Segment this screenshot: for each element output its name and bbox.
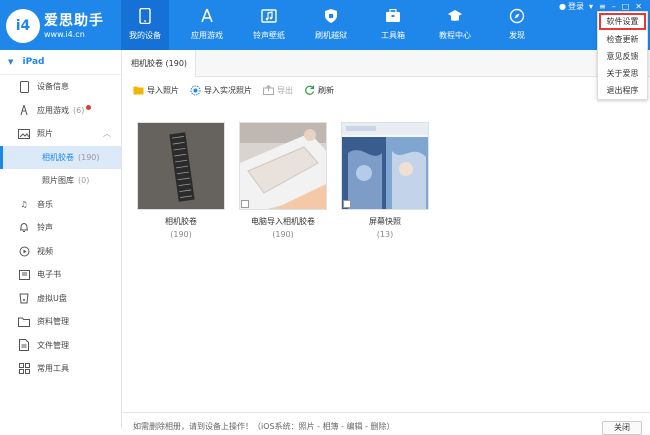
close-icon[interactable]: ✕ [635, 2, 642, 11]
status-hint: 如需删除相册，请到设备上操作！（iOS系统：照片 - 相簿 - 编辑 - 删除） [133, 422, 395, 431]
sidebar-item-data-management[interactable]: 资料管理 [0, 310, 121, 334]
brand-name: 爱思助手 [44, 13, 104, 29]
grid-icon [18, 363, 30, 375]
album-name: 电脑导入相机胶卷 [251, 217, 315, 226]
menu-item-software-settings[interactable]: 软件设置 [599, 13, 646, 30]
toolbar: 导入照片 导入实况照片 导出 刷新 [123, 79, 334, 101]
notification-badge [86, 104, 92, 110]
sidebar-item-ringtones[interactable]: 铃声 [0, 216, 121, 240]
settings-dropdown-menu: 软件设置 检查更新 意见反馈 关于爱思 退出程序 [597, 11, 648, 100]
device-info-icon [18, 80, 30, 93]
refresh-button[interactable]: 刷新 [304, 85, 334, 96]
album-screenshots[interactable]: 屏幕快照 (13) [341, 122, 429, 239]
video-icon [18, 245, 30, 257]
sidebar-item-photos[interactable]: 照片 ︿ [0, 122, 121, 146]
nav-ringtones-wallpapers[interactable]: 铃声壁纸 [245, 0, 293, 50]
sidebar-item-virtual-usb[interactable]: 虚拟U盘 [0, 287, 121, 311]
live-photo-icon [190, 85, 201, 96]
close-hint-button[interactable]: 关闭 [602, 421, 642, 435]
main-panel: 相机胶卷 (190) 导入照片 导入实况照片 导出 刷新 相机胶卷 (190) … [123, 50, 650, 435]
album-name: 屏幕快照 [369, 217, 401, 226]
appstore-icon [199, 8, 215, 24]
album-grid: 相机胶卷 (190) 电脑导入相机胶卷 (190) 屏幕快照 (13) [137, 122, 429, 239]
album-thumbnail [341, 122, 429, 210]
album-camera-roll[interactable]: 相机胶卷 (190) [137, 122, 225, 239]
chevron-up-icon: ︿ [103, 129, 111, 139]
usb-drive-icon [18, 292, 30, 304]
maximize-icon[interactable]: □ [622, 2, 630, 11]
sidebar-item-music[interactable]: ♫ 音乐 [0, 193, 121, 217]
apps-icon [18, 104, 30, 116]
pc-source-icon [343, 200, 351, 208]
export-icon [263, 85, 274, 96]
photo-icon [18, 128, 30, 140]
pc-source-icon [241, 200, 249, 208]
folder-import-icon [133, 85, 144, 96]
graduation-cap-icon [447, 8, 463, 24]
album-name: 相机胶卷 [165, 217, 197, 226]
menu-icon[interactable]: ≡ [599, 2, 606, 11]
app-logo: i4 [6, 9, 40, 43]
menu-item-about[interactable]: 关于爱思 [598, 65, 647, 82]
file-icon [18, 339, 30, 352]
import-photos-button[interactable]: 导入照片 [133, 85, 179, 96]
nav-my-device[interactable]: 我的设备 [121, 0, 169, 50]
nav-tutorials[interactable]: 教程中心 [431, 0, 479, 50]
sidebar-item-apps[interactable]: 应用游戏 (6) [0, 99, 121, 123]
toolbox-icon [385, 8, 401, 24]
sidebar-item-video[interactable]: 视频 [0, 240, 121, 264]
refresh-icon [304, 85, 315, 96]
bell-icon [18, 222, 30, 234]
status-bar: 如需删除相册，请到设备上操作！（iOS系统：照片 - 相簿 - 编辑 - 删除）… [123, 412, 650, 435]
music-image-icon [261, 8, 277, 24]
album-thumbnail [239, 122, 327, 210]
top-bar: i4 爱思助手 www.i4.cn 我的设备 应用游戏 铃声壁纸 刷机越狱 工具… [0, 0, 650, 50]
login-link[interactable]: ● 登录 [559, 1, 584, 12]
sidebar-item-camera-roll[interactable]: 相机胶卷 (190) [0, 145, 121, 169]
nav-flash-jailbreak[interactable]: 刷机越狱 [307, 0, 355, 50]
sidebar-item-file-management[interactable]: 文件管理 [0, 334, 121, 358]
album-count: (190) [170, 230, 192, 239]
nav-discover[interactable]: 发现 [493, 0, 541, 50]
menu-item-feedback[interactable]: 意见反馈 [598, 48, 647, 65]
sidebar-item-photo-library[interactable]: 照片图库 (0) [0, 169, 121, 193]
import-live-photos-button[interactable]: 导入实况照片 [190, 85, 252, 96]
user-icon: ● [559, 2, 566, 11]
tshirt-icon[interactable]: ▾ [589, 2, 593, 11]
album-pc-imported[interactable]: 电脑导入相机胶卷 (190) [239, 122, 327, 239]
brand-url: www.i4.cn [44, 30, 85, 39]
menu-item-exit[interactable]: 退出程序 [598, 82, 647, 99]
nav-apps-games[interactable]: 应用游戏 [183, 0, 231, 50]
album-count: (13) [376, 230, 394, 239]
export-button[interactable]: 导出 [263, 85, 293, 96]
album-count: (190) [272, 230, 294, 239]
sidebar-item-common-tools[interactable]: 常用工具 [0, 357, 121, 381]
album-thumbnail [137, 122, 225, 210]
music-note-icon: ♫ [20, 199, 28, 209]
tab-camera-roll[interactable]: 相机胶卷 (190) [123, 50, 197, 77]
main-nav: 我的设备 应用游戏 铃声壁纸 刷机越狱 工具箱 教程中心 发现 [121, 0, 555, 50]
window-controls: ▾ ≡ – □ ✕ [589, 2, 642, 11]
minimize-icon[interactable]: – [612, 2, 616, 11]
book-icon [18, 269, 30, 281]
nav-toolbox[interactable]: 工具箱 [369, 0, 417, 50]
folder-icon [18, 316, 30, 328]
tab-bar: 相机胶卷 (190) [123, 50, 650, 77]
phone-icon [137, 8, 153, 24]
sidebar: ▼ iPad 设备信息 应用游戏 (6) 照片 ︿ 相机胶卷 (190) 照片图… [0, 50, 122, 429]
collapse-triangle-icon: ▼ [8, 58, 14, 66]
device-header[interactable]: ▼ iPad [0, 50, 121, 75]
sidebar-item-device-info[interactable]: 设备信息 [0, 75, 121, 99]
sidebar-item-ebooks[interactable]: 电子书 [0, 263, 121, 287]
menu-item-check-update[interactable]: 检查更新 [598, 31, 647, 48]
shield-icon [323, 8, 339, 24]
compass-icon [509, 8, 525, 24]
